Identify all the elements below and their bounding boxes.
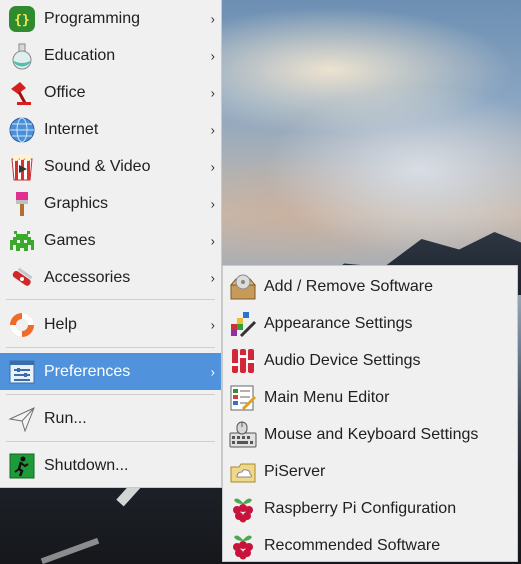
menu-item-label: Accessories	[44, 268, 131, 286]
submenu-arrow-icon: ›	[210, 11, 215, 26]
menu-item-label: Programming	[44, 9, 141, 27]
menu-item-office[interactable]: Office ›	[0, 74, 221, 111]
menu-item-games[interactable]: Games ›	[0, 222, 221, 259]
menu-item-sound-video[interactable]: Sound & Video ›	[0, 148, 221, 185]
menu-item-programming[interactable]: {} Programming ›	[0, 0, 221, 37]
menu-item-education[interactable]: Education ›	[0, 37, 221, 74]
menu-item-graphics[interactable]: Graphics ›	[0, 185, 221, 222]
menu-item-label: Graphics	[44, 194, 109, 212]
run-icon	[7, 404, 37, 434]
submenu-item-label: Recommended Software	[264, 536, 441, 554]
menu-item-shutdown[interactable]: Shutdown...	[0, 447, 221, 484]
menu-divider	[6, 441, 215, 442]
submenu-item-recommended-software[interactable]: Recommended Software	[223, 527, 517, 564]
menu-item-help[interactable]: Help ›	[0, 306, 221, 343]
audio-device-settings-icon	[228, 346, 258, 376]
submenu-arrow-icon: ›	[210, 270, 215, 285]
submenu-item-mouse-keyboard-settings[interactable]: Mouse and Keyboard Settings	[223, 416, 517, 453]
submenu-arrow-icon: ›	[210, 196, 215, 211]
submenu-arrow-icon: ›	[210, 317, 215, 332]
svg-text:{}: {}	[14, 13, 30, 28]
menu-divider	[6, 347, 215, 348]
graphics-icon	[7, 189, 37, 219]
submenu-item-label: Main Menu Editor	[264, 388, 390, 406]
menu-item-label: Education	[44, 46, 116, 64]
add-remove-software-icon	[228, 272, 258, 302]
submenu-item-piserver[interactable]: PiServer	[223, 453, 517, 490]
main-menu-editor-icon	[228, 383, 258, 413]
raspberry-icon	[228, 531, 258, 561]
menu-item-preferences[interactable]: Preferences ›	[0, 353, 221, 390]
submenu-arrow-icon: ›	[210, 85, 215, 100]
submenu-arrow-icon: ›	[210, 159, 215, 174]
menu-item-run[interactable]: Run...	[0, 400, 221, 437]
programming-icon: {}	[7, 4, 37, 34]
application-menu: {} Programming › Education › Office › In…	[0, 0, 222, 488]
office-icon	[7, 78, 37, 108]
submenu-item-label: Raspberry Pi Configuration	[264, 499, 457, 517]
submenu-item-raspberry-pi-configuration[interactable]: Raspberry Pi Configuration	[223, 490, 517, 527]
submenu-arrow-icon: ›	[210, 364, 215, 379]
menu-item-label: Preferences	[44, 362, 131, 380]
menu-item-internet[interactable]: Internet ›	[0, 111, 221, 148]
menu-item-label: Internet	[44, 120, 99, 138]
submenu-item-appearance-settings[interactable]: Appearance Settings	[223, 305, 517, 342]
submenu-item-label: PiServer	[264, 462, 326, 480]
submenu-item-label: Appearance Settings	[264, 314, 413, 332]
menu-item-label: Sound & Video	[44, 157, 151, 175]
submenu-arrow-icon: ›	[210, 122, 215, 137]
submenu-item-label: Audio Device Settings	[264, 351, 421, 369]
help-icon	[7, 310, 37, 340]
menu-divider	[6, 394, 215, 395]
submenu-item-label: Mouse and Keyboard Settings	[264, 425, 479, 443]
submenu-item-add-remove-software[interactable]: Add / Remove Software	[223, 268, 517, 305]
preferences-submenu: Add / Remove Software Appearance Setting…	[222, 265, 518, 562]
submenu-arrow-icon: ›	[210, 48, 215, 63]
raspberry-icon	[228, 494, 258, 524]
menu-item-label: Shutdown...	[44, 456, 129, 474]
internet-icon	[7, 115, 37, 145]
sound-video-icon	[7, 152, 37, 182]
appearance-settings-icon	[228, 309, 258, 339]
piserver-icon	[228, 457, 258, 487]
submenu-item-audio-device-settings[interactable]: Audio Device Settings	[223, 342, 517, 379]
submenu-item-label: Add / Remove Software	[264, 277, 433, 295]
preferences-icon	[7, 357, 37, 387]
menu-item-label: Help	[44, 315, 77, 333]
games-icon	[7, 226, 37, 256]
menu-divider	[6, 299, 215, 300]
education-icon	[7, 41, 37, 71]
accessories-icon	[7, 263, 37, 293]
menu-item-label: Office	[44, 83, 86, 101]
submenu-arrow-icon: ›	[210, 233, 215, 248]
menu-item-label: Run...	[44, 409, 87, 427]
submenu-item-main-menu-editor[interactable]: Main Menu Editor	[223, 379, 517, 416]
mouse-keyboard-icon	[228, 420, 258, 450]
menu-item-accessories[interactable]: Accessories ›	[0, 259, 221, 296]
shutdown-icon	[7, 451, 37, 481]
menu-item-label: Games	[44, 231, 96, 249]
